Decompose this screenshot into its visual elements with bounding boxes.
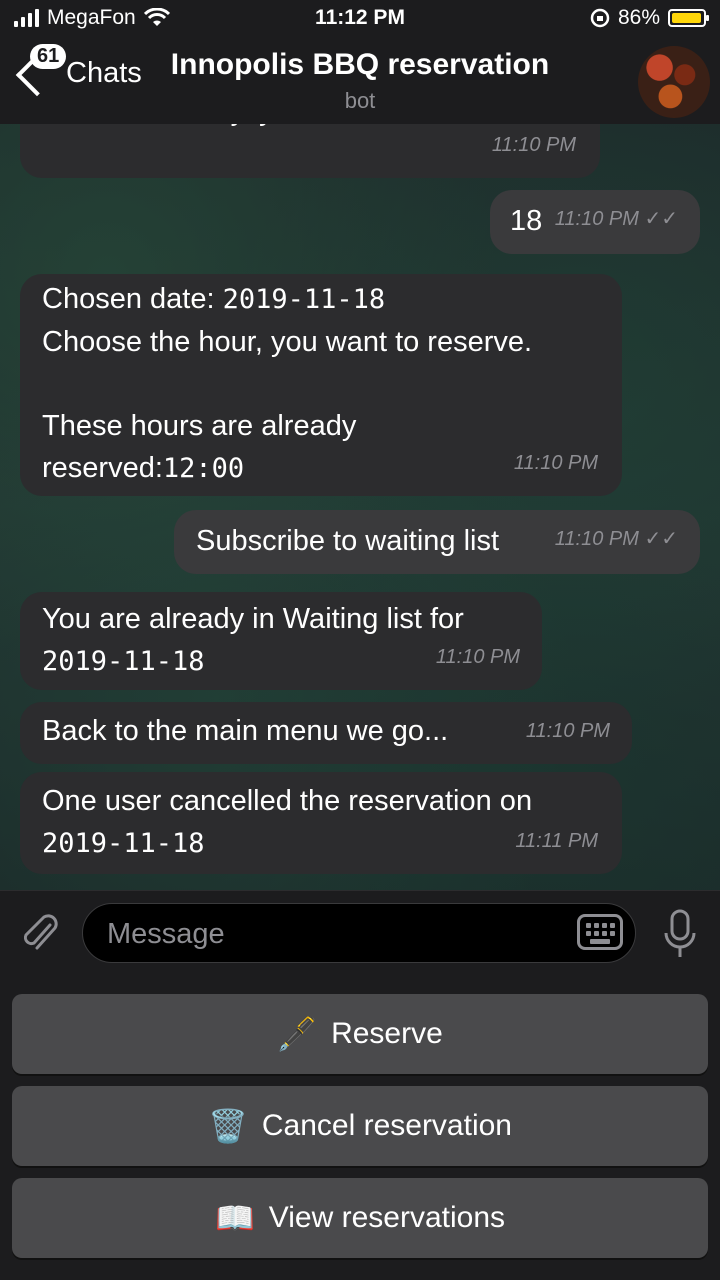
- message-bubble-outgoing[interactable]: 18 11:10 PM ✓✓: [490, 190, 700, 254]
- paperclip-icon[interactable]: [20, 911, 60, 957]
- message-time: 11:10 PM: [435, 646, 520, 668]
- message-field[interactable]: [82, 903, 636, 964]
- message-bubble-incoming[interactable]: You are already in Waiting list for 2019…: [20, 592, 542, 690]
- button-label: Cancel reservation: [261, 1109, 512, 1142]
- battery-icon: [668, 9, 709, 27]
- microphone-icon[interactable]: [662, 909, 698, 961]
- book-icon: 📖: [214, 1200, 255, 1236]
- message-bubble-incoming[interactable]: One user cancelled the reservation on 20…: [20, 772, 622, 874]
- message-time: 11:10 PM: [513, 452, 598, 474]
- status-right: 86%: [590, 6, 709, 30]
- chat-title[interactable]: Innopolis BBQ reservation: [0, 48, 720, 82]
- view-reservations-button[interactable]: 📖 View reservations: [12, 1178, 708, 1258]
- message-time: 11:10 PM: [525, 720, 610, 742]
- message-time: 11:11 PM: [515, 830, 598, 852]
- message-time: 11:10 PM: [491, 134, 576, 156]
- button-label: View reservations: [268, 1201, 506, 1234]
- message-time: 11:10 PM: [554, 528, 639, 550]
- double-check-icon: ✓✓: [644, 208, 678, 230]
- message-list[interactable]: Choose the day, you want to reserve 11:1…: [0, 124, 720, 890]
- message-time: 11:10 PM: [554, 208, 639, 230]
- chat-header: Chats 61 Innopolis BBQ reservation bot: [0, 40, 720, 124]
- button-label: Reserve: [331, 1017, 443, 1050]
- cancel-reservation-button[interactable]: 🗑️ Cancel reservation: [12, 1086, 708, 1166]
- pen-icon: 🖋️: [277, 1016, 318, 1052]
- trash-icon: 🗑️: [208, 1108, 248, 1144]
- message-bubble-incoming[interactable]: Choose the day, you want to reserve 11:1…: [20, 124, 600, 178]
- avatar[interactable]: [638, 46, 710, 118]
- bot-keyboard: 🖋️ Reserve 🗑️ Cancel reservation 📖 View …: [0, 976, 720, 1280]
- message-text: Back to the main menu we go...: [42, 715, 449, 747]
- message-bubble-incoming[interactable]: Back to the main menu we go... 11:10 PM: [20, 702, 632, 764]
- keyboard-icon[interactable]: [577, 914, 623, 950]
- battery-percent: 86%: [617, 6, 660, 29]
- message-input[interactable]: [105, 904, 549, 964]
- reserve-button[interactable]: 🖋️ Reserve: [12, 994, 708, 1074]
- rotation-lock-icon: [590, 8, 610, 28]
- message-bubble-incoming[interactable]: Chosen date: 2019-11-18 Choose the hour,…: [20, 274, 622, 496]
- status-bar: MegaFon 11:12 PM 86%: [0, 0, 720, 40]
- composer: [0, 890, 720, 977]
- double-check-icon: ✓✓: [644, 528, 678, 550]
- chat-subtitle: bot: [344, 88, 376, 113]
- message-bubble-outgoing[interactable]: Subscribe to waiting list 11:10 PM ✓✓: [174, 510, 700, 574]
